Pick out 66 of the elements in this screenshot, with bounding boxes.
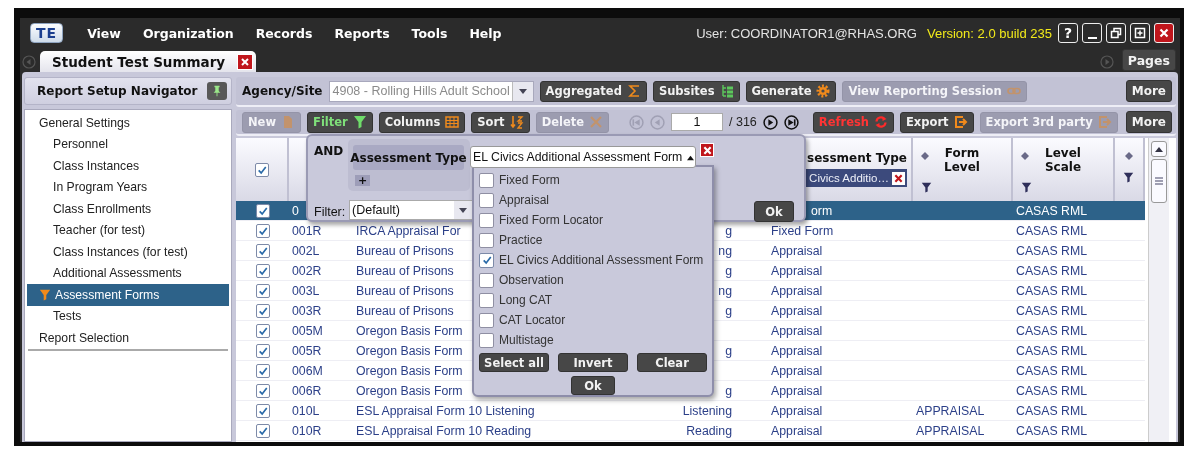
table-cell: 005M — [292, 323, 323, 338]
table-cell: Oregon Basis Form — [356, 343, 463, 358]
table-cell: Bureau of Prisons — [356, 263, 454, 278]
table-cell: 003R — [292, 303, 322, 318]
table-cell: ESL Appraisal Form 10 Listening — [356, 403, 535, 418]
table-cell: Appraisal — [771, 263, 823, 278]
table-cell: orm — [811, 203, 833, 218]
table-cell: Appraisal — [771, 303, 823, 318]
table-cell: CASAS RML — [1016, 343, 1088, 358]
table-cell: ng — [718, 243, 732, 258]
table-cell: 010L — [292, 403, 320, 418]
table-cell: g — [725, 263, 732, 278]
table-cell: APPRAISAL — [916, 423, 985, 438]
table-cell: 005R — [292, 343, 322, 358]
table-cell: g — [725, 343, 732, 358]
table-cell: g — [725, 223, 732, 238]
table-cell: Oregon Basis Form — [356, 383, 463, 398]
table-cell: IRCA Appraisal For — [356, 223, 461, 238]
table-cell: Appraisal — [771, 243, 823, 258]
table-cell: ng — [718, 283, 732, 298]
user-label: User: COORDINATOR1@RHAS.ORG — [696, 25, 917, 41]
table-cell: CASAS RML — [1016, 243, 1088, 258]
table-cell: Listening — [682, 403, 732, 418]
table-cell: 001R — [292, 223, 322, 238]
table-cell: 010R — [292, 423, 322, 438]
app-logo: TE — [30, 23, 64, 43]
table-cell: Appraisal — [771, 283, 823, 298]
page-count: / 316 — [729, 115, 757, 129]
table-cell: Appraisal — [771, 343, 823, 358]
table-cell: Bureau of Prisons — [356, 243, 454, 258]
table-cell: Oregon Basis Form — [356, 323, 463, 338]
table-cell: CASAS RML — [1016, 303, 1088, 318]
table-cell: g — [725, 303, 732, 318]
operator-label: AND — [314, 144, 344, 158]
filter-label: Filter: — [314, 205, 346, 219]
table-cell: CASAS RML — [1016, 283, 1088, 298]
table-cell: Appraisal — [771, 323, 823, 338]
panel-title: Report Setup Navigator — [37, 84, 198, 98]
table-cell: 003L — [292, 283, 320, 298]
table-cell: 002L — [292, 243, 320, 258]
table-cell: CASAS RML — [1016, 423, 1088, 438]
table-cell: Bureau of Prisons — [356, 283, 454, 298]
table-cell: 0 — [292, 203, 299, 218]
table-cell: 006R — [292, 383, 322, 398]
table-cell: Appraisal — [771, 423, 823, 438]
table-cell: Bureau of Prisons — [356, 303, 454, 318]
table-cell: APPRAISAL — [916, 403, 985, 418]
table-cell: CASAS RML — [1016, 323, 1088, 338]
table-cell: CASAS RML — [1016, 403, 1088, 418]
table-cell: ESL Appraisal Form 10 Reading — [356, 423, 532, 438]
table-cell: 006M — [292, 363, 323, 378]
table-cell: CASAS RML — [1016, 263, 1088, 278]
table-cell: g — [725, 383, 732, 398]
table-cell: CASAS RML — [1016, 383, 1088, 398]
table-cell: 002R — [292, 263, 322, 278]
agency-label: Agency/Site — [242, 84, 323, 98]
table-cell: CASAS RML — [1016, 363, 1088, 378]
table-cell: Appraisal — [771, 403, 823, 418]
table-cell: CASAS RML — [1016, 223, 1088, 238]
table-cell: Fixed Form — [771, 223, 834, 238]
table-cell: Reading — [686, 423, 732, 438]
table-cell: CASAS RML — [1016, 203, 1088, 218]
table-cell: Oregon Basis Form — [356, 363, 463, 378]
table-cell: Appraisal — [771, 383, 823, 398]
table-cell: Appraisal — [771, 363, 823, 378]
version-label: Version: 2.0 build 235 — [926, 25, 1052, 41]
